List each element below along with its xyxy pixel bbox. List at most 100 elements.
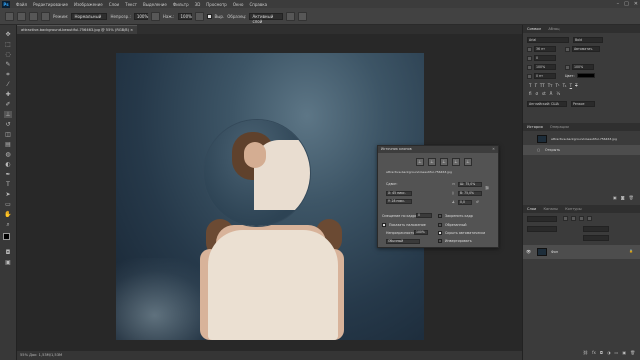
adjustment-layer-icon[interactable]: ◑ (607, 350, 611, 355)
blend-mode-select[interactable] (527, 226, 557, 232)
mode-select[interactable]: Нормальный (71, 12, 108, 20)
screen-mode-icon[interactable]: ▣ (4, 259, 12, 266)
link-layers-icon[interactable]: ⛓ (583, 350, 588, 355)
marquee-tool-icon[interactable]: ⬚ (4, 41, 12, 48)
tab-character[interactable]: Символ (527, 27, 541, 31)
clone-source-1-icon[interactable]: ⊥ (416, 158, 424, 166)
leading-field[interactable]: Автоматич. (572, 46, 600, 52)
trash-icon[interactable]: 🗑 (629, 195, 634, 200)
overlay-opacity-field[interactable]: 100% (414, 230, 428, 235)
new-layer-icon[interactable]: ▣ (622, 350, 626, 355)
layer-filter-select[interactable] (527, 216, 557, 222)
minimize-button[interactable]: – (617, 1, 620, 7)
ligature-icon[interactable]: fi (529, 91, 532, 96)
frame-offset-field[interactable]: 0 (416, 213, 432, 218)
eraser-tool-icon[interactable]: ◫ (4, 131, 12, 138)
dodge-tool-icon[interactable]: ◐ (4, 161, 12, 168)
flow-field[interactable]: 100% (177, 12, 192, 20)
menu-filter[interactable]: Фильтр (170, 2, 192, 7)
ordinal-icon[interactable]: Ā (550, 91, 553, 96)
new-group-icon[interactable]: ▭ (615, 350, 619, 355)
menu-file[interactable]: Файл (13, 2, 30, 7)
layer-visibility-icon[interactable]: 👁 (526, 249, 531, 254)
type-tool-icon[interactable]: T (4, 181, 12, 188)
brush-panel-icon[interactable] (29, 11, 38, 21)
all-caps-icon[interactable]: TT (540, 83, 545, 88)
auto-hide-checkbox[interactable] (438, 231, 442, 235)
maximize-button[interactable]: □ (624, 1, 629, 7)
lasso-tool-icon[interactable]: ◌ (4, 51, 12, 58)
pressure-size-icon[interactable] (298, 11, 308, 21)
font-size-field[interactable]: 36 пт (534, 46, 556, 52)
panel-close-icon[interactable]: ✕ (492, 146, 495, 153)
subscript-icon[interactable]: T₁ (563, 83, 567, 88)
reset-transform-icon[interactable]: ↺ (476, 200, 479, 204)
menu-select[interactable]: Выделение (140, 2, 170, 7)
new-document-icon[interactable]: ▣ (613, 195, 617, 200)
airbrush-icon[interactable] (194, 11, 204, 21)
layer-fill-field[interactable] (583, 235, 609, 241)
menu-image[interactable]: Изображение (71, 2, 106, 7)
kerning-field[interactable]: 0 (534, 55, 556, 61)
clone-source-header[interactable]: Источник клонов ✕ (378, 146, 498, 153)
rotation-field[interactable]: 0,0 (458, 200, 472, 205)
aligned-checkbox[interactable] (206, 13, 212, 19)
sample-select[interactable]: Активный слой (249, 12, 284, 24)
offset-y-field[interactable]: Y: 28 пикс. (386, 199, 412, 204)
menu-view[interactable]: Просмотр (203, 2, 230, 7)
gradient-tool-icon[interactable]: ▤ (4, 141, 12, 148)
document-tab[interactable]: attractive-background-beautiful-756463.j… (17, 25, 138, 34)
history-snapshot-row[interactable]: attractive-background-beautiful-756463.j… (523, 134, 640, 144)
menu-3d[interactable]: 3D (192, 2, 204, 7)
layer-opacity-field[interactable] (583, 226, 609, 232)
scale-width-field[interactable]: Ш: 75,0% (458, 182, 482, 187)
move-tool-icon[interactable]: ✥ (4, 31, 12, 38)
clone-stamp-tool-icon[interactable] (5, 11, 14, 21)
lock-frame-checkbox[interactable] (438, 214, 442, 218)
healing-tool-icon[interactable]: ✚ (4, 91, 12, 98)
menu-help[interactable]: Справка (246, 2, 270, 7)
offset-x-field[interactable]: X: 45 пикс. (386, 191, 412, 196)
ignore-adjustment-icon[interactable] (286, 11, 296, 21)
overlay-mode-select[interactable]: Обычный (386, 239, 420, 244)
close-button[interactable]: ✕ (634, 1, 638, 7)
invert-checkbox[interactable] (438, 239, 442, 243)
opacity-field[interactable]: 100% (133, 12, 148, 20)
horizontal-scale-field[interactable]: 100% (572, 64, 594, 70)
tab-actions[interactable]: Операции (550, 125, 569, 129)
font-style-field[interactable]: Bold (573, 37, 603, 43)
filter-type-icon[interactable] (579, 216, 584, 221)
clone-source-panel-icon[interactable] (41, 11, 50, 21)
faux-italic-icon[interactable]: T (534, 83, 536, 88)
layer-row-background[interactable]: 👁 Фон 🔒 (523, 245, 640, 259)
faux-bold-icon[interactable]: T (529, 83, 531, 88)
menu-layers[interactable]: Слои (106, 2, 122, 7)
fraction-icon[interactable]: ½ (556, 91, 560, 96)
clone-source-5-icon[interactable]: ⊥ (464, 158, 472, 166)
history-state-row[interactable]: ▢ Открыть (523, 145, 640, 155)
new-snapshot-icon[interactable]: ◙ (621, 195, 625, 200)
link-scale-icon[interactable]: ⛓ (485, 186, 489, 190)
foreground-color-swatch[interactable] (3, 233, 10, 240)
crop-tool-icon[interactable]: ⌗ (4, 71, 12, 78)
small-caps-icon[interactable]: Tт (548, 83, 553, 88)
anti-alias-select[interactable]: Резкое (571, 101, 595, 107)
clipped-checkbox[interactable] (438, 223, 442, 227)
clone-source-2-icon[interactable]: ⊥ (428, 158, 436, 166)
path-select-tool-icon[interactable]: ➤ (4, 191, 12, 198)
pressure-opacity-icon[interactable] (150, 11, 160, 21)
shape-tool-icon[interactable]: ▭ (4, 201, 12, 208)
filter-shape-icon[interactable] (587, 216, 592, 221)
menu-type[interactable]: Текст (122, 2, 140, 7)
clone-source-4-icon[interactable]: ⊥ (452, 158, 460, 166)
language-select[interactable]: Английский: США (527, 101, 567, 107)
scale-height-field[interactable]: В: 75,0% (458, 191, 482, 196)
strikethrough-icon[interactable]: T (575, 83, 577, 88)
old-style-icon[interactable]: ơ (536, 91, 538, 96)
quick-mask-icon[interactable]: ◘ (4, 249, 12, 256)
show-overlay-checkbox[interactable] (382, 223, 386, 227)
baseline-shift-field[interactable]: 0 пт (534, 73, 556, 79)
text-color-swatch[interactable] (577, 73, 595, 78)
vertical-scale-field[interactable]: 100% (534, 64, 556, 70)
brush-tool-icon[interactable]: ✐ (4, 101, 12, 108)
